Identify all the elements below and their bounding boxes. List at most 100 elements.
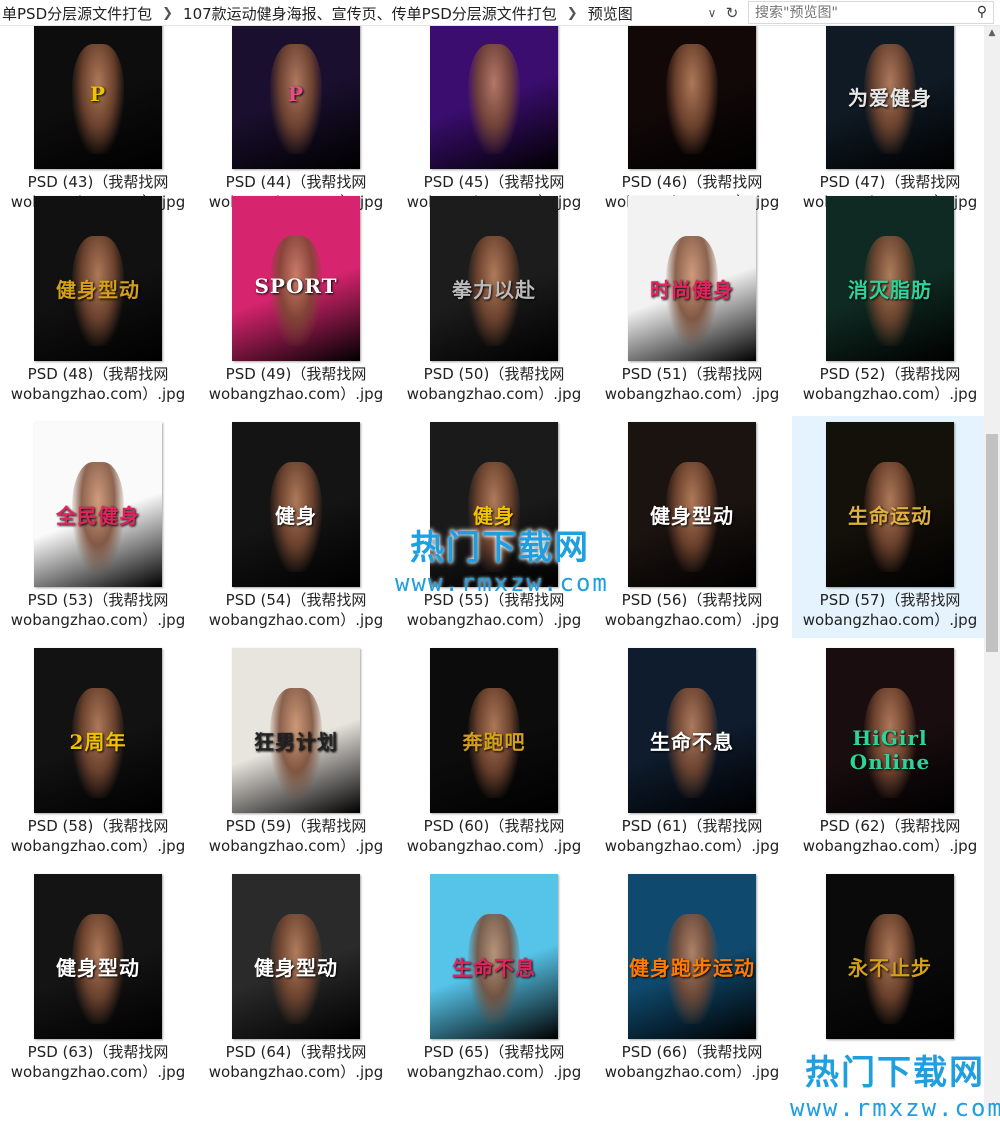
file-item[interactable]: 生命不息 PSD (65)（我帮找网 wobangzhao.com）.jpg <box>396 868 592 1090</box>
file-thumbnail[interactable]: 生命不息 <box>430 874 558 1039</box>
file-name-line-1: PSD (50)（我帮找网 <box>423 365 565 383</box>
file-item[interactable]: SPORT PSD (49)（我帮找网 wobangzhao.com）.jpg <box>198 190 394 412</box>
file-name-line-1: PSD (65)（我帮找网 <box>423 1043 565 1061</box>
file-name[interactable]: PSD (48)（我帮找网 wobangzhao.com）.jpg <box>0 364 196 404</box>
chevron-right-icon[interactable]: ❯ <box>154 6 181 21</box>
poster-title: 狂男计划 <box>254 730 338 754</box>
file-item[interactable]: 2周年 PSD (58)（我帮找网 wobangzhao.com）.jpg <box>0 642 196 864</box>
file-name-line-1: PSD (49)（我帮找网 <box>225 365 367 383</box>
file-item[interactable]: 狂男计划 PSD (59)（我帮找网 wobangzhao.com）.jpg <box>198 642 394 864</box>
file-name[interactable]: PSD (57)（我帮找网 wobangzhao.com）.jpg <box>792 590 984 630</box>
file-name-line-2: wobangzhao.com）.jpg <box>802 385 978 403</box>
refresh-icon[interactable]: ↻ <box>722 0 742 26</box>
file-thumbnail[interactable]: 健身型动 <box>34 874 162 1039</box>
file-thumbnail[interactable]: P <box>34 26 162 169</box>
file-name-line-2: wobangzhao.com）.jpg <box>208 837 384 855</box>
file-item[interactable]: 生命不息 PSD (61)（我帮找网 wobangzhao.com）.jpg <box>594 642 790 864</box>
scroll-up-arrow-icon[interactable]: ▲ <box>984 28 1000 42</box>
file-name[interactable]: PSD (64)（我帮找网 wobangzhao.com）.jpg <box>198 1042 394 1082</box>
file-thumbnail[interactable]: SPORT <box>232 196 360 361</box>
file-item[interactable]: 健身 PSD (54)（我帮找网 wobangzhao.com）.jpg <box>198 416 394 638</box>
file-name[interactable]: PSD (55)（我帮找网 wobangzhao.com）.jpg <box>396 590 592 630</box>
file-thumbnail[interactable]: 消灭脂肪 <box>826 196 954 361</box>
file-name[interactable]: PSD (59)（我帮找网 wobangzhao.com）.jpg <box>198 816 394 856</box>
file-item[interactable]: 健身 PSD (55)（我帮找网 wobangzhao.com）.jpg <box>396 416 592 638</box>
file-name[interactable]: PSD (54)（我帮找网 wobangzhao.com）.jpg <box>198 590 394 630</box>
file-item[interactable]: 永不止步 <box>792 868 984 1090</box>
file-thumbnail[interactable]: 健身 <box>232 422 360 587</box>
file-thumbnail[interactable]: 健身型动 <box>232 874 360 1039</box>
file-name-line-2: wobangzhao.com）.jpg <box>406 837 582 855</box>
file-name[interactable]: PSD (61)（我帮找网 wobangzhao.com）.jpg <box>594 816 790 856</box>
file-item[interactable]: 拳力以赴 PSD (50)（我帮找网 wobangzhao.com）.jpg <box>396 190 592 412</box>
chevron-right-icon[interactable]: ❯ <box>559 6 586 21</box>
file-name[interactable]: PSD (62)（我帮找网 wobangzhao.com）.jpg <box>792 816 984 856</box>
file-name[interactable]: PSD (63)（我帮找网 wobangzhao.com）.jpg <box>0 1042 196 1082</box>
file-thumbnail[interactable]: 狂男计划 <box>232 648 360 813</box>
file-item[interactable]: 奔跑吧 PSD (60)（我帮找网 wobangzhao.com）.jpg <box>396 642 592 864</box>
search-input[interactable] <box>749 3 967 22</box>
file-name[interactable]: PSD (56)（我帮找网 wobangzhao.com）.jpg <box>594 590 790 630</box>
file-thumbnail[interactable]: 为爱健身 <box>826 26 954 169</box>
poster-title: 生命不息 <box>650 730 734 754</box>
file-item[interactable]: 健身型动 PSD (56)（我帮找网 wobangzhao.com）.jpg <box>594 416 790 638</box>
file-name[interactable]: PSD (65)（我帮找网 wobangzhao.com）.jpg <box>396 1042 592 1082</box>
file-thumbnail[interactable]: 时尚健身 <box>628 196 756 361</box>
file-name[interactable]: PSD (51)（我帮找网 wobangzhao.com）.jpg <box>594 364 790 404</box>
file-name-line-1: PSD (61)（我帮找网 <box>621 817 763 835</box>
file-thumbnail[interactable]: 生命不息 <box>628 648 756 813</box>
file-name-line-1: PSD (66)（我帮找网 <box>621 1043 763 1061</box>
file-thumbnail[interactable]: HiGirl Online <box>826 648 954 813</box>
file-thumbnail[interactable]: 健身型动 <box>34 196 162 361</box>
file-thumbnail[interactable]: 永不止步 <box>826 874 954 1039</box>
file-thumbnail[interactable]: 健身跑步运动 <box>628 874 756 1039</box>
breadcrumb-item[interactable]: 预览图 <box>586 3 635 24</box>
search-icon[interactable]: ⚲ <box>977 4 987 20</box>
file-name-line-1: PSD (46)（我帮找网 <box>621 173 763 191</box>
file-name-line-2: wobangzhao.com）.jpg <box>208 611 384 629</box>
file-item[interactable]: 消灭脂肪 PSD (52)（我帮找网 wobangzhao.com）.jpg <box>792 190 984 412</box>
file-item[interactable]: 生命运动 PSD (57)（我帮找网 wobangzhao.com）.jpg <box>792 416 984 638</box>
file-name[interactable]: PSD (52)（我帮找网 wobangzhao.com）.jpg <box>792 364 984 404</box>
poster-title: 健身跑步运动 <box>629 956 755 980</box>
file-item[interactable]: 健身型动 PSD (63)（我帮找网 wobangzhao.com）.jpg <box>0 868 196 1090</box>
file-thumbnail[interactable] <box>628 26 756 169</box>
file-thumbnail[interactable]: 拳力以赴 <box>430 196 558 361</box>
file-name-line-2: wobangzhao.com）.jpg <box>604 385 780 403</box>
file-name-line-1: PSD (57)（我帮找网 <box>819 591 961 609</box>
file-name[interactable]: PSD (60)（我帮找网 wobangzhao.com）.jpg <box>396 816 592 856</box>
chevron-down-icon[interactable]: ∨ <box>702 0 722 26</box>
file-thumbnail[interactable]: 2周年 <box>34 648 162 813</box>
file-item[interactable]: 健身型动 PSD (48)（我帮找网 wobangzhao.com）.jpg <box>0 190 196 412</box>
file-thumbnail[interactable]: 全民健身 <box>34 422 162 587</box>
file-name[interactable]: PSD (58)（我帮找网 wobangzhao.com）.jpg <box>0 816 196 856</box>
file-thumbnail[interactable]: 奔跑吧 <box>430 648 558 813</box>
vertical-scrollbar[interactable]: ▲ <box>984 26 1000 1109</box>
file-thumbnail[interactable]: 健身型动 <box>628 422 756 587</box>
file-name[interactable]: PSD (49)（我帮找网 wobangzhao.com）.jpg <box>198 364 394 404</box>
file-name-line-1: PSD (56)（我帮找网 <box>621 591 763 609</box>
breadcrumb[interactable]: 单PSD分层源文件打包 ❯ 107款运动健身海报、宣传页、传单PSD分层源文件打… <box>0 0 742 26</box>
poster-title: HiGirl Online <box>849 726 931 774</box>
file-name-line-1: PSD (48)（我帮找网 <box>27 365 169 383</box>
file-item[interactable]: 时尚健身 PSD (51)（我帮找网 wobangzhao.com）.jpg <box>594 190 790 412</box>
file-item[interactable]: 全民健身 PSD (53)（我帮找网 wobangzhao.com）.jpg <box>0 416 196 638</box>
file-item[interactable]: HiGirl Online PSD (62)（我帮找网 wobangzhao.com… <box>792 642 984 864</box>
file-thumbnail[interactable] <box>430 26 558 169</box>
poster-title: 为爱健身 <box>848 86 932 110</box>
file-thumbnail[interactable]: 健身 <box>430 422 558 587</box>
file-name[interactable]: PSD (66)（我帮找网 wobangzhao.com）.jpg <box>594 1042 790 1082</box>
file-name-line-2: wobangzhao.com）.jpg <box>604 611 780 629</box>
address-bar[interactable]: 单PSD分层源文件打包 ❯ 107款运动健身海报、宣传页、传单PSD分层源文件打… <box>0 0 1000 26</box>
file-thumbnail[interactable]: 生命运动 <box>826 422 954 587</box>
breadcrumb-item[interactable]: 107款运动健身海报、宣传页、传单PSD分层源文件打包 <box>181 3 559 24</box>
breadcrumb-item[interactable]: 单PSD分层源文件打包 <box>0 3 154 24</box>
search-box[interactable]: ⚲ <box>748 1 994 24</box>
file-name[interactable]: PSD (50)（我帮找网 wobangzhao.com）.jpg <box>396 364 592 404</box>
file-item[interactable]: 健身跑步运动 PSD (66)（我帮找网 wobangzhao.com）.jpg <box>594 868 790 1090</box>
file-item[interactable]: 健身型动 PSD (64)（我帮找网 wobangzhao.com）.jpg <box>198 868 394 1090</box>
file-grid: P PSD (43)（我帮找网 wobangzhao.com）.jpg P PSD (4… <box>0 26 984 1109</box>
scrollbar-thumb[interactable] <box>986 434 998 652</box>
file-thumbnail[interactable]: P <box>232 26 360 169</box>
file-name[interactable]: PSD (53)（我帮找网 wobangzhao.com）.jpg <box>0 590 196 630</box>
